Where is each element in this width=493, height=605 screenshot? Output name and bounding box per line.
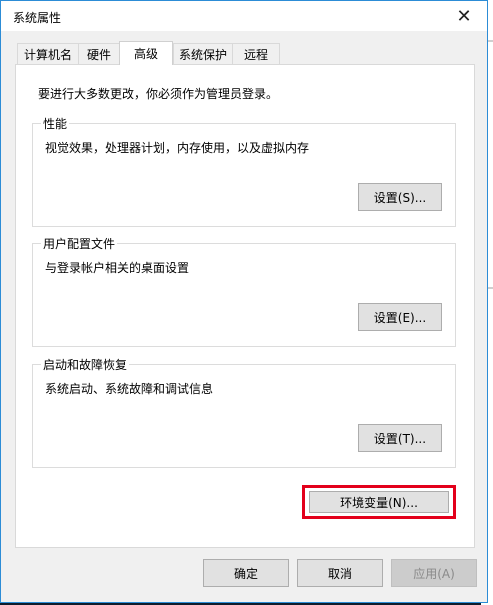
- advanced-tab-panel: 要进行大多数更改，你必须作为管理员登录。 性能 视觉效果，处理器计划，内存使用，…: [15, 64, 475, 548]
- user-profiles-description: 与登录帐户相关的桌面设置: [45, 261, 190, 275]
- window-title: 系统属性: [13, 11, 62, 25]
- tab-advanced[interactable]: 高级: [119, 41, 173, 65]
- performance-group: 性能 视觉效果，处理器计划，内存使用，以及虚拟内存 设置(S)...: [32, 115, 456, 227]
- close-icon: ✕: [456, 5, 472, 27]
- startup-recovery-group-title: 启动和故障恢复: [41, 356, 130, 373]
- tab-system-protection[interactable]: 系统保护: [173, 43, 233, 64]
- user-profiles-settings-button[interactable]: 设置(E)...: [358, 303, 442, 331]
- startup-recovery-settings-button[interactable]: 设置(T)...: [358, 424, 442, 452]
- tab-hardware[interactable]: 硬件: [78, 43, 120, 64]
- title-bar: 系统属性 ✕: [1, 1, 487, 31]
- performance-group-title: 性能: [41, 115, 70, 132]
- ok-button[interactable]: 确定: [203, 559, 289, 587]
- tab-computer-name[interactable]: 计算机名: [17, 43, 79, 64]
- startup-recovery-group: 启动和故障恢复 系统启动、系统故障和调试信息 设置(T)...: [32, 356, 456, 468]
- user-profiles-group: 用户配置文件 与登录帐户相关的桌面设置 设置(E)...: [32, 235, 456, 347]
- startup-recovery-description: 系统启动、系统故障和调试信息: [45, 382, 214, 396]
- performance-description: 视觉效果，处理器计划，内存使用，以及虚拟内存: [45, 141, 310, 155]
- close-button[interactable]: ✕: [441, 1, 487, 31]
- cancel-button[interactable]: 取消: [297, 559, 383, 587]
- tab-remote[interactable]: 远程: [232, 43, 280, 64]
- user-profiles-group-title: 用户配置文件: [41, 235, 118, 252]
- system-properties-dialog: 系统属性 ✕ 计算机名 硬件 高级 系统保护 远程 要进行大多数更改，你必须作为…: [0, 0, 488, 603]
- admin-notice: 要进行大多数更改，你必须作为管理员登录。: [38, 87, 279, 101]
- env-variables-highlight: 环境变量(N)...: [302, 485, 456, 519]
- performance-settings-button[interactable]: 设置(S)...: [358, 183, 442, 211]
- apply-button[interactable]: 应用(A): [391, 559, 477, 587]
- environment-variables-button[interactable]: 环境变量(N)...: [309, 491, 449, 513]
